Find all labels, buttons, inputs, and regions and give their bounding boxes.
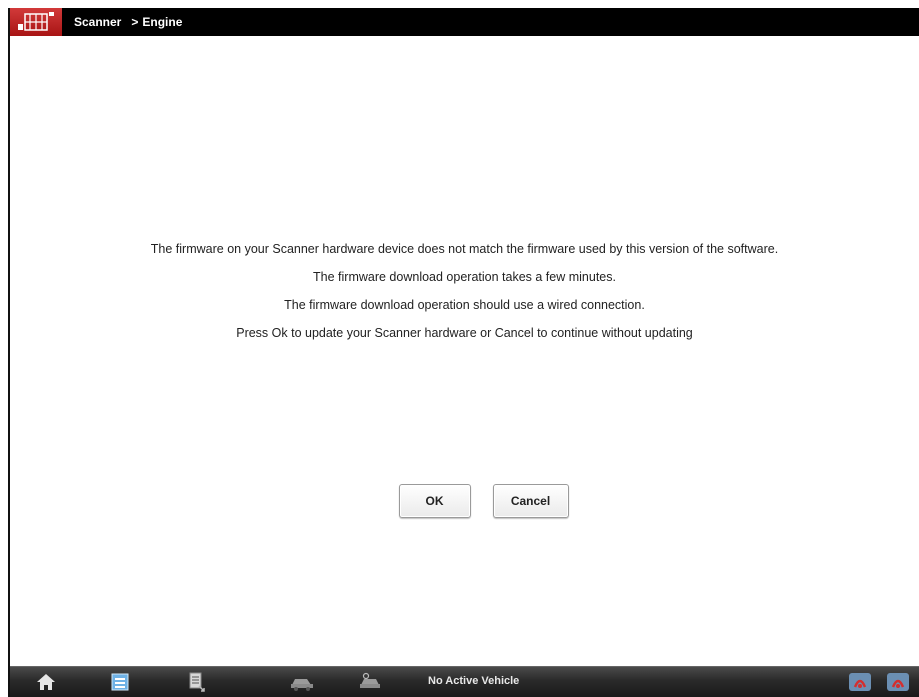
breadcrumb-separator: > bbox=[131, 15, 139, 29]
vehicle-settings-icon[interactable] bbox=[356, 670, 384, 694]
connection-alt-icon[interactable] bbox=[884, 670, 912, 694]
dialog-buttons: OK Cancel bbox=[10, 484, 919, 518]
breadcrumb-current: Engine bbox=[142, 15, 183, 29]
connection-icon[interactable] bbox=[846, 670, 874, 694]
bottom-toolbar: No Active Vehicle bbox=[10, 666, 919, 697]
breadcrumb-root[interactable]: Scanner bbox=[74, 15, 121, 29]
home-icon[interactable] bbox=[32, 670, 60, 694]
firmware-mismatch-message: The firmware on your Scanner hardware de… bbox=[10, 240, 919, 352]
document-icon[interactable] bbox=[182, 670, 210, 694]
vehicle-icon[interactable] bbox=[288, 670, 316, 694]
message-line: The firmware download operation takes a … bbox=[313, 270, 616, 284]
app-window: Scanner > Engine The firmware on your Sc… bbox=[8, 8, 919, 697]
message-line: The firmware on your Scanner hardware de… bbox=[150, 242, 779, 256]
ok-button[interactable]: OK bbox=[398, 484, 471, 518]
title-bar: Scanner > Engine bbox=[10, 8, 919, 36]
vehicle-status-text: No Active Vehicle bbox=[428, 675, 520, 687]
cancel-button[interactable]: Cancel bbox=[492, 484, 569, 518]
message-line: Press Ok to update your Scanner hardware… bbox=[236, 326, 693, 340]
list-icon[interactable] bbox=[106, 670, 134, 694]
scanner-logo-icon bbox=[18, 12, 54, 31]
app-logo[interactable] bbox=[10, 8, 62, 36]
breadcrumb: Scanner > Engine bbox=[74, 15, 182, 29]
message-line: The firmware download operation should u… bbox=[284, 298, 645, 312]
